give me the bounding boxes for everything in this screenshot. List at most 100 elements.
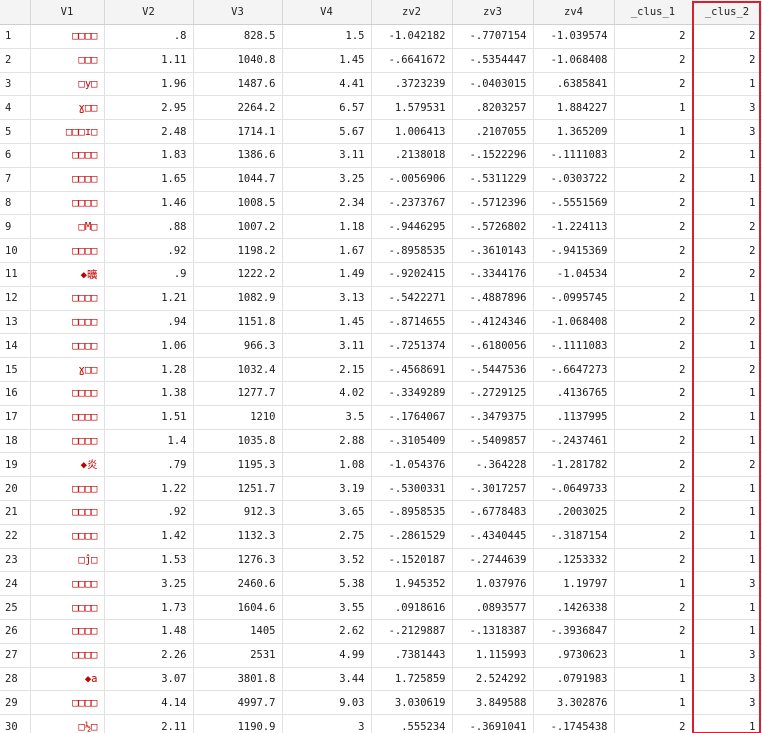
cell-v3[interactable]: 1487.6 <box>193 72 283 97</box>
column-header-clus-2[interactable]: _clus_2 <box>692 0 762 25</box>
cell-v4[interactable]: 4.02 <box>282 381 372 406</box>
cell-v3[interactable]: 1132.3 <box>193 524 283 549</box>
cell-zv2[interactable]: -.8958535 <box>371 500 453 525</box>
cell-clus-2[interactable]: 1 <box>692 333 762 359</box>
table-row[interactable]: 12 □□□□ 1.21 1082.9 3.13 -.5422271 -.4887896 -.… <box>0 286 762 311</box>
cell-v1[interactable]: □□□□ <box>30 476 105 501</box>
cell-v2[interactable]: 1.38 <box>104 381 194 406</box>
table-row[interactable]: 30 □½□ 2.11 1190.9 3.555234 -.3691041 -.174543… <box>0 714 762 733</box>
cell-zv2[interactable]: 3.030619 <box>371 690 453 716</box>
cell-zv2[interactable]: -.2129887 <box>371 619 453 644</box>
cell-v4[interactable]: 2.15 <box>282 357 372 382</box>
cell-v1[interactable]: □□□□ <box>30 690 105 716</box>
table-row[interactable]: 6 □□□□ 1.83 1386.6 3.11.2138018 -.1522296 -.11… <box>0 143 762 168</box>
cell-zv2[interactable]: -.2373767 <box>371 191 453 216</box>
cell-zv4[interactable]: -.5551569 <box>533 191 615 216</box>
cell-zv4[interactable]: 1.19797 <box>533 571 615 597</box>
table-row[interactable]: 28 ◆a 3.07 3801.8 3.44 1.725859 2.524292.07919… <box>0 667 762 692</box>
table-row[interactable]: 25 □□□□ 1.73 1604.6 3.55.0918616.0893577.142… <box>0 595 762 620</box>
cell-zv3[interactable]: -.5712396 <box>452 191 534 216</box>
cell-clus-2[interactable]: 2 <box>692 24 762 49</box>
cell-zv4[interactable]: -.0995745 <box>533 286 615 311</box>
cell-v2[interactable]: 1.73 <box>104 595 194 620</box>
cell-v3[interactable]: 1008.5 <box>193 191 283 216</box>
cell-zv4[interactable]: .1253332 <box>533 548 615 573</box>
table-row[interactable]: 4 ɣ□□ 2.95 2264.2 6.57 1.579531.8203257 1.8842… <box>0 95 762 121</box>
cell-zv4[interactable]: -1.281782 <box>533 452 615 478</box>
cell-zv3[interactable]: -.4340445 <box>452 524 534 549</box>
cell-v2[interactable]: .88 <box>104 214 194 240</box>
cell-v2[interactable]: .79 <box>104 452 194 478</box>
cell-zv3[interactable]: -.6180056 <box>452 333 534 359</box>
cell-clus-2[interactable]: 3 <box>692 119 762 144</box>
cell-zv4[interactable]: .9730623 <box>533 643 615 668</box>
row-number-cell[interactable]: 18 <box>0 429 31 454</box>
cell-zv2[interactable]: -1.054376 <box>371 452 453 478</box>
cell-v1[interactable]: □½□ <box>30 714 105 733</box>
cell-v4[interactable]: 1.45 <box>282 310 372 335</box>
row-number-cell[interactable]: 20 <box>0 476 31 501</box>
cell-zv2[interactable]: 1.579531 <box>371 95 453 121</box>
cell-v1[interactable]: □□□□ <box>30 500 105 525</box>
cell-zv4[interactable]: -1.224113 <box>533 214 615 240</box>
column-header-clus-1[interactable]: _clus_1 <box>614 0 693 25</box>
cell-zv3[interactable]: 2.524292 <box>452 667 534 692</box>
cell-clus-2[interactable]: 1 <box>692 595 762 620</box>
cell-zv3[interactable]: -.3479375 <box>452 405 534 430</box>
cell-zv4[interactable]: -1.068408 <box>533 310 615 335</box>
cell-zv3[interactable]: -.4124346 <box>452 310 534 335</box>
cell-clus-1[interactable]: 2 <box>614 48 693 73</box>
cell-zv3[interactable]: -.5409857 <box>452 429 534 454</box>
cell-v1[interactable]: □□□□ <box>30 310 105 335</box>
table-row[interactable]: 14 □□□□ 1.06 966.3 3.11 -.7251374 -.6180056 -.1… <box>0 333 762 359</box>
cell-zv2[interactable]: -.3105409 <box>371 429 453 454</box>
cell-clus-2[interactable]: 1 <box>692 429 762 454</box>
cell-v1[interactable]: □□□□ <box>30 619 105 644</box>
column-header-v2[interactable]: V2 <box>104 0 194 25</box>
table-row[interactable]: 17 □□□□ 1.51 1210 3.5 -.1764067 -.3479375.1137… <box>0 405 762 430</box>
cell-zv3[interactable]: -.7707154 <box>452 24 534 49</box>
cell-v3[interactable]: 1198.2 <box>193 238 283 263</box>
cell-v2[interactable]: 1.53 <box>104 548 194 573</box>
cell-v1[interactable]: □M□ <box>30 214 105 240</box>
cell-zv3[interactable]: 1.115993 <box>452 643 534 668</box>
table-row[interactable]: 15 ɣ□□ 1.28 1032.4 2.15 -.4568691 -.5447536 -.6… <box>0 357 762 382</box>
column-header-v1[interactable]: V1 <box>30 0 105 25</box>
table-row[interactable]: 9 □M□ .88 1007.2 1.18 -.9446295 -.5726802 -1.22… <box>0 214 762 240</box>
cell-clus-2[interactable]: 2 <box>692 452 762 478</box>
cell-clus-1[interactable]: 2 <box>614 310 693 335</box>
table-row[interactable]: 26 □□□□ 1.48 1405 2.62 -.2129887 -.1318387 -.39… <box>0 619 762 644</box>
cell-zv3[interactable]: -.3344176 <box>452 262 534 287</box>
cell-clus-2[interactable]: 2 <box>692 310 762 335</box>
cell-v3[interactable]: 912.3 <box>193 500 283 525</box>
cell-clus-1[interactable]: 2 <box>614 191 693 216</box>
cell-v4[interactable]: 3.52 <box>282 548 372 573</box>
cell-zv3[interactable]: .8203257 <box>452 95 534 121</box>
cell-zv4[interactable]: 1.365209 <box>533 119 615 144</box>
cell-v3[interactable]: 2460.6 <box>193 571 283 597</box>
cell-v2[interactable]: .8 <box>104 24 194 49</box>
cell-v1[interactable]: ◆曠 <box>30 262 105 287</box>
cell-clus-2[interactable]: 1 <box>692 619 762 644</box>
cell-clus-1[interactable]: 2 <box>614 595 693 620</box>
cell-v2[interactable]: .92 <box>104 238 194 263</box>
row-number-cell[interactable]: 27 <box>0 643 31 668</box>
table-row[interactable]: 24 □□□□ 3.25 2460.6 5.38 1.945352 1.037976 1.19… <box>0 571 762 597</box>
cell-zv2[interactable]: -.0056906 <box>371 167 453 192</box>
row-number-cell[interactable]: 25 <box>0 595 31 620</box>
table-row[interactable]: 5 □□□ɪ□ 2.48 1714.1 5.67 1.006413.2107055 1.36… <box>0 119 762 144</box>
column-header-zv2[interactable]: zv2 <box>371 0 453 25</box>
cell-zv3[interactable]: -.0403015 <box>452 72 534 97</box>
cell-v2[interactable]: 1.46 <box>104 191 194 216</box>
cell-clus-2[interactable]: 3 <box>692 571 762 597</box>
row-number-cell[interactable]: 19 <box>0 452 31 478</box>
cell-clus-2[interactable]: 1 <box>692 476 762 501</box>
cell-v2[interactable]: 2.26 <box>104 643 194 668</box>
cell-v1[interactable]: □□□□ <box>30 405 105 430</box>
row-number-cell[interactable]: 8 <box>0 191 31 216</box>
cell-zv4[interactable]: .4136765 <box>533 381 615 406</box>
cell-v2[interactable]: 1.48 <box>104 619 194 644</box>
cell-v4[interactable]: 9.03 <box>282 690 372 716</box>
cell-zv4[interactable]: -.9415369 <box>533 238 615 263</box>
cell-zv4[interactable]: -1.068408 <box>533 48 615 73</box>
